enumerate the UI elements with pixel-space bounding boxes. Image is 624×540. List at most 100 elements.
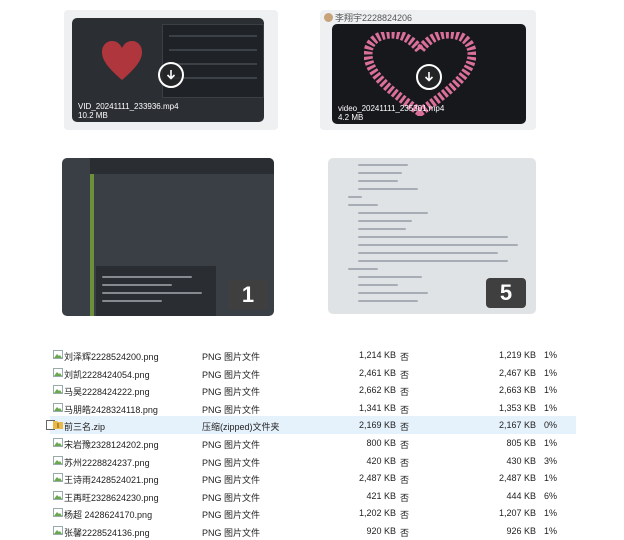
code-line bbox=[358, 260, 508, 262]
file-type: PNG 图片文件 bbox=[202, 475, 261, 486]
password-protected: 否 bbox=[400, 369, 410, 380]
video-filename: video_20241111_235301.mp4 bbox=[338, 104, 445, 113]
file-row[interactable]: 刘凯2228424054.png PNG 图片文件 2,461 KB 否 2,467 K… bbox=[50, 364, 576, 382]
original-size: 2,467 KB bbox=[498, 367, 536, 378]
original-size: 805 KB bbox=[506, 438, 536, 448]
png-file-icon bbox=[53, 508, 63, 518]
compression-ratio: 1% bbox=[544, 508, 558, 519]
png-file-icon bbox=[53, 385, 63, 395]
screen-line bbox=[169, 49, 257, 51]
video-frame: video_20241111_235301.mp4 4.2 MB bbox=[332, 24, 526, 124]
file-name: 王诗雨2428524021.png bbox=[64, 475, 159, 486]
monitor-screen bbox=[162, 24, 264, 98]
code-line bbox=[348, 196, 362, 198]
compression-ratio: 1% bbox=[544, 438, 558, 448]
file-size: 2,662 KB bbox=[358, 385, 396, 396]
file-type: PNG 图片文件 bbox=[202, 510, 261, 521]
file-size: 420 KB bbox=[366, 455, 396, 466]
file-type: PNG 图片文件 bbox=[202, 440, 261, 450]
file-type: PNG 图片文件 bbox=[202, 404, 261, 415]
file-type: PNG 图片文件 bbox=[202, 528, 261, 538]
png-file-icon bbox=[53, 526, 63, 535]
png-file-icon bbox=[53, 402, 63, 412]
uploader-name: 李翔宇2228824206 bbox=[335, 13, 413, 23]
file-name: 宋岩豫2328124202.png bbox=[64, 440, 159, 450]
file-type: PNG 图片文件 bbox=[202, 369, 261, 380]
avatar bbox=[324, 13, 333, 22]
password-protected: 否 bbox=[400, 422, 410, 433]
file-type: PNG 图片文件 bbox=[202, 492, 261, 503]
file-size: 800 KB bbox=[366, 438, 396, 448]
file-size: 2,169 KB bbox=[358, 420, 396, 431]
file-type: PNG 图片文件 bbox=[202, 457, 261, 468]
code-line bbox=[358, 292, 428, 294]
file-size: 2,487 KB bbox=[358, 473, 396, 484]
compression-ratio: 1% bbox=[544, 473, 558, 484]
screen-edge bbox=[90, 174, 94, 316]
screen-line bbox=[169, 35, 257, 37]
png-file-icon bbox=[53, 455, 63, 465]
code-line bbox=[358, 252, 498, 254]
file-row[interactable]: 马昊2228424222.png PNG 图片文件 2,662 KB 否 2,663 K… bbox=[50, 381, 576, 399]
code-line bbox=[358, 212, 428, 214]
image-thumbnail-3[interactable]: 1 bbox=[62, 158, 274, 316]
original-size: 2,663 KB bbox=[498, 385, 536, 396]
screen-toolbar bbox=[90, 158, 274, 174]
code-line bbox=[348, 204, 378, 206]
compression-ratio: 1% bbox=[544, 350, 558, 360]
original-size: 1,207 KB bbox=[498, 508, 536, 519]
file-row[interactable]: 马朋皓2428324118.png PNG 图片文件 1,341 KB 否 1,353 … bbox=[50, 399, 576, 417]
file-name: 苏州2228824237.png bbox=[64, 457, 150, 468]
code-line bbox=[358, 188, 418, 190]
heart-image bbox=[102, 41, 142, 80]
password-protected: 否 bbox=[400, 457, 410, 468]
png-file-icon bbox=[53, 367, 63, 377]
download-icon[interactable] bbox=[158, 62, 184, 88]
video-thumbnail-1[interactable]: VID_20241111_233936.mp4 10.2 MB bbox=[64, 10, 278, 130]
code-line bbox=[102, 300, 162, 302]
password-protected: 否 bbox=[400, 387, 410, 398]
original-size: 1,219 KB bbox=[498, 350, 536, 360]
original-size: 444 KB bbox=[506, 490, 536, 501]
file-type: 压缩(zipped)文件夹 bbox=[202, 422, 280, 433]
video-thumbnail-2[interactable]: 李翔宇2228824206 video_20241111_235301.mp4 … bbox=[320, 10, 536, 130]
file-name: 刘凯2228424054.png bbox=[64, 369, 150, 380]
compression-ratio: 6% bbox=[544, 490, 558, 501]
code-line bbox=[358, 228, 406, 230]
file-row[interactable]: 张馨2228524136.png PNG 图片文件 920 KB 否 926 KB 1% bbox=[50, 522, 576, 540]
more-count-badge: 5 bbox=[486, 278, 526, 308]
video-size: 10.2 MB bbox=[78, 111, 108, 120]
file-type: PNG 图片文件 bbox=[202, 387, 261, 398]
compression-ratio: 0% bbox=[544, 420, 558, 431]
file-row[interactable]: 宋岩豫2328124202.png PNG 图片文件 800 KB 否 805 KB 1% bbox=[50, 434, 576, 452]
original-size: 1,353 KB bbox=[498, 402, 536, 413]
original-size: 2,487 KB bbox=[498, 473, 536, 484]
code-line bbox=[102, 284, 172, 286]
file-row[interactable]: 刘泽辉2228524200.png PNG 图片文件 1,214 KB 否 1,219 … bbox=[50, 346, 576, 364]
png-file-icon bbox=[53, 473, 63, 483]
zip-folder-icon bbox=[53, 420, 63, 430]
download-icon[interactable] bbox=[416, 64, 442, 90]
compression-ratio: 1% bbox=[544, 385, 558, 396]
png-file-icon bbox=[53, 350, 63, 359]
file-type: PNG 图片文件 bbox=[202, 352, 261, 362]
original-size: 2,167 KB bbox=[498, 420, 536, 431]
file-row[interactable]: 王诗雨2428524021.png PNG 图片文件 2,487 KB 否 2,487 … bbox=[50, 469, 576, 487]
file-row[interactable]: 前三名.zip 压缩(zipped)文件夹 2,169 KB 否 2,167 KB 0% bbox=[46, 416, 576, 435]
code-line bbox=[358, 180, 398, 182]
file-size: 421 KB bbox=[366, 490, 396, 501]
image-thumbnail-4[interactable]: 5 bbox=[324, 156, 546, 318]
compression-ratio: 1% bbox=[544, 367, 558, 378]
file-size: 1,214 KB bbox=[358, 350, 396, 360]
video-frame: VID_20241111_233936.mp4 10.2 MB bbox=[72, 18, 264, 122]
file-row[interactable]: 苏州2228824237.png PNG 图片文件 420 KB 否 430 KB 3% bbox=[50, 452, 576, 470]
code-line bbox=[358, 300, 418, 302]
file-name: 马朋皓2428324118.png bbox=[64, 404, 158, 415]
code-line bbox=[358, 172, 402, 174]
uploader-label: 李翔宇2228824206 bbox=[324, 11, 412, 24]
file-row[interactable]: 杨超 2428624170.png PNG 图片文件 1,202 KB 否 1,207 … bbox=[50, 504, 576, 522]
password-protected: 否 bbox=[400, 440, 410, 450]
code-line bbox=[358, 220, 412, 222]
file-row[interactable]: 王再旺2328624230.png PNG 图片文件 421 KB 否 444 KB 6% bbox=[50, 487, 576, 505]
password-protected: 否 bbox=[400, 510, 410, 521]
